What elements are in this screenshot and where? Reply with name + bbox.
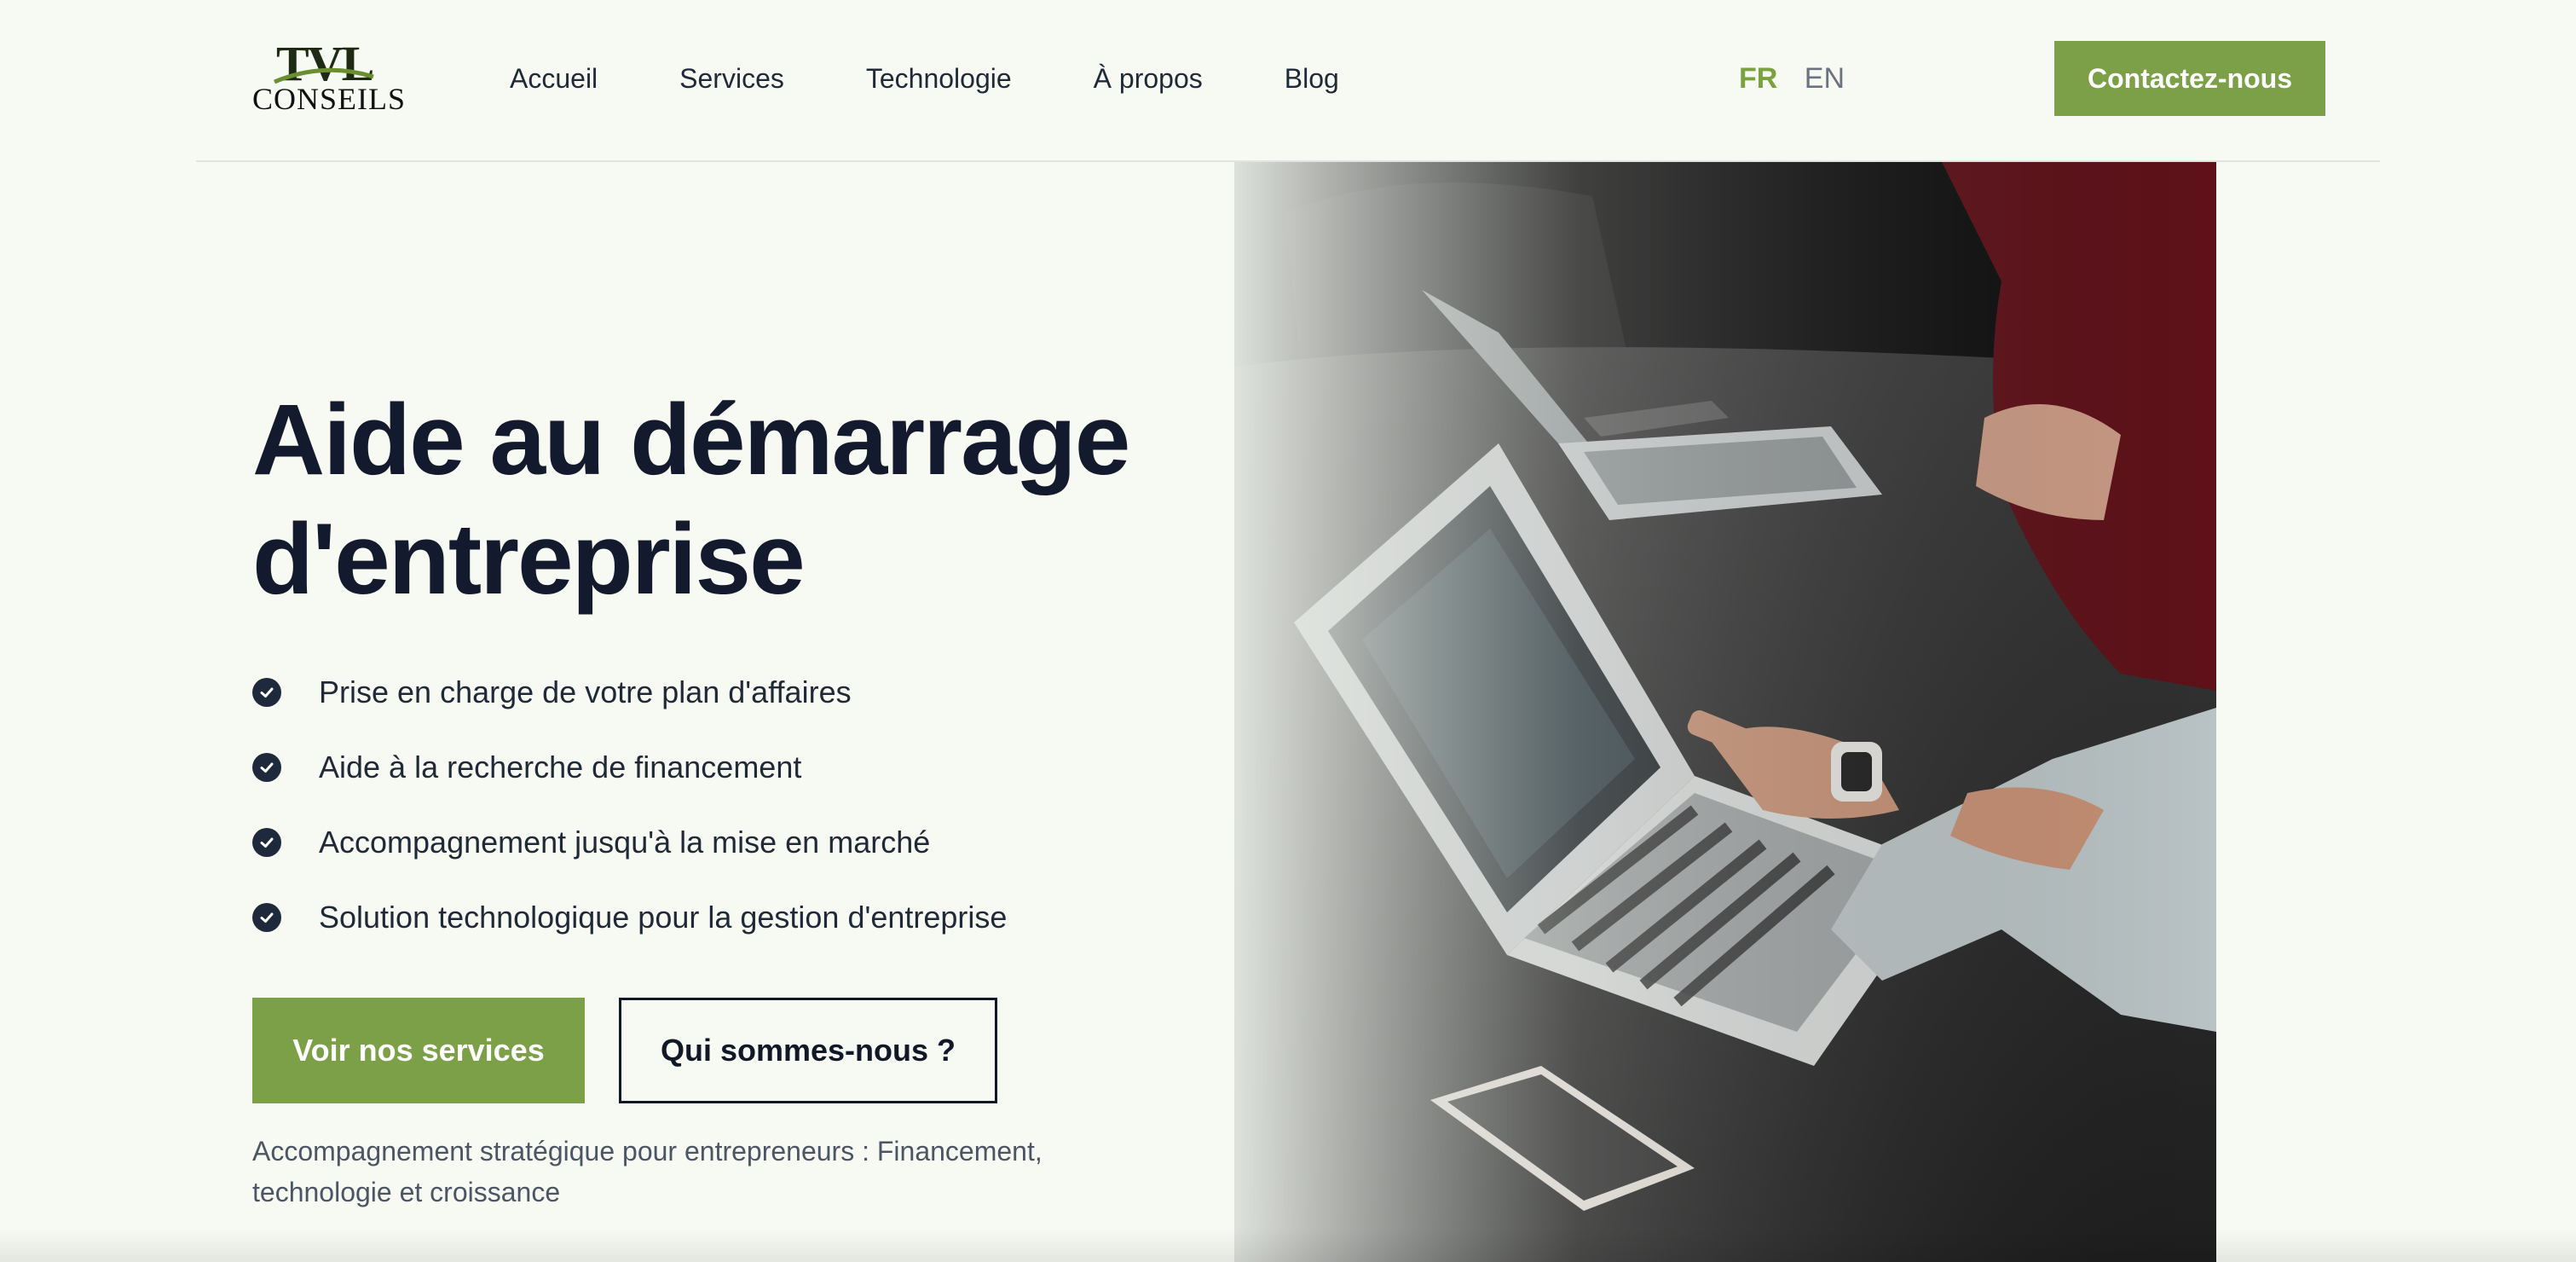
check-circle-icon <box>252 753 281 782</box>
check-circle-icon <box>252 903 281 932</box>
about-us-button[interactable]: Qui sommes-nous ? <box>619 998 997 1103</box>
contact-button[interactable]: Contactez-nous <box>2054 41 2325 116</box>
check-circle-icon <box>252 678 281 707</box>
feature-item: Prise en charge de votre plan d'affaires <box>252 655 1007 730</box>
nav-blog[interactable]: Blog <box>1285 61 1339 96</box>
feature-item: Solution technologique pour la gestion d… <box>252 880 1007 955</box>
feature-text: Accompagnement jusqu'à la mise en marché <box>319 825 931 860</box>
site-header: TVL CONSEILS Accueil Services Technologi… <box>196 0 2380 162</box>
feature-list: Prise en charge de votre plan d'affaires… <box>252 655 1007 955</box>
feature-text: Prise en charge de votre plan d'affaires <box>319 674 852 709</box>
hero-photo <box>1234 162 2216 1262</box>
feature-text: Aide à la recherche de financement <box>319 750 802 784</box>
nav-accueil[interactable]: Accueil <box>510 61 598 96</box>
logo-wordmark: CONSEILS <box>252 82 407 116</box>
feature-item: Aide à la recherche de financement <box>252 730 1007 805</box>
nav-a-propos[interactable]: À propos <box>1094 61 1203 96</box>
lang-en[interactable]: EN <box>1805 62 1845 95</box>
main-nav: Accueil Services Technologie À propos Bl… <box>510 61 1339 96</box>
check-circle-icon <box>252 828 281 857</box>
hero-title-line2: d'entreprise <box>252 503 806 616</box>
laptop-meeting-illustration <box>1234 162 2216 1262</box>
language-switcher: FR EN <box>1739 61 1845 96</box>
view-services-button[interactable]: Voir nos services <box>252 998 585 1103</box>
feature-text: Solution technologique pour la gestion d… <box>319 900 1008 935</box>
lang-fr[interactable]: FR <box>1739 62 1777 95</box>
hero-tagline: Accompagnement stratégique pour entrepre… <box>252 1136 1043 1207</box>
nav-services[interactable]: Services <box>679 61 784 96</box>
feature-item: Accompagnement jusqu'à la mise en marché <box>252 805 1007 880</box>
hero-title-line1: Aide au démarrage <box>252 384 1130 496</box>
tvl-conseils-logo[interactable]: TVL CONSEILS <box>252 39 407 116</box>
nav-technologie[interactable]: Technologie <box>866 61 1012 96</box>
hero-title: Aide au démarrage d'entreprise <box>252 380 1190 619</box>
